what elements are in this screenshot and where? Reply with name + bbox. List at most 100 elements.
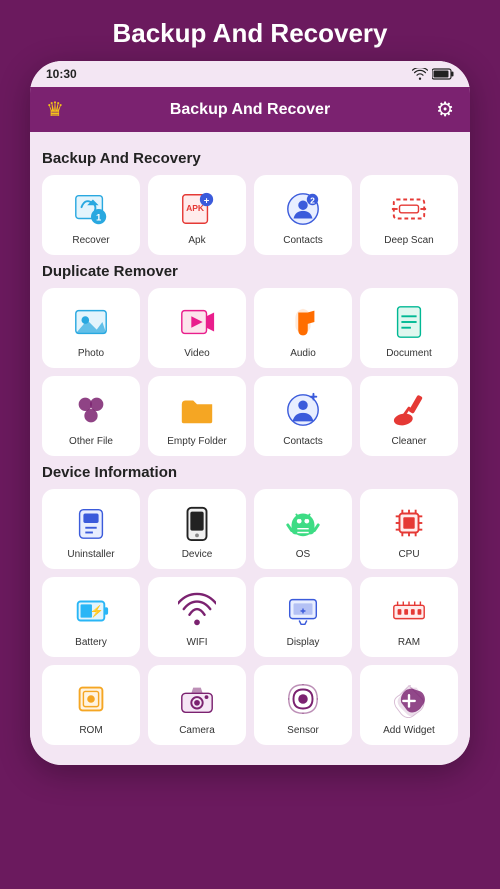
settings-icon[interactable]: ⚙ [436,97,454,122]
rom-icon [72,680,110,718]
contacts-backup-label: Contacts [283,235,322,246]
otherfile-item[interactable]: Other File [42,376,140,456]
emptyfolder-item[interactable]: Empty Folder [148,376,246,456]
status-bar: 10:30 [30,61,470,87]
video-icon [178,303,216,341]
uninstaller-label: Uninstaller [67,549,114,560]
photo-item[interactable]: Photo [42,288,140,368]
recover-label: Recover [72,235,109,246]
addwidget-icon [390,680,428,718]
status-time: 10:30 [46,67,77,81]
page-title: Backup And Recovery [112,0,387,61]
video-item[interactable]: Video [148,288,246,368]
sensor-item[interactable]: Sensor [254,665,352,745]
document-label: Document [386,348,432,359]
contacts-dup-icon [284,391,322,429]
uninstaller-item[interactable]: Uninstaller [42,489,140,569]
phone-frame: 10:30 ♛ Backup And Recover ⚙ Backup And … [30,61,470,765]
contacts-dup-label: Contacts [283,436,322,447]
recover-icon: 1 [72,190,110,228]
wifi-item[interactable]: WIFI [148,577,246,657]
cleaner-icon-wrap [387,388,431,432]
uninstaller-icon-wrap [69,501,113,545]
display-item[interactable]: Display [254,577,352,657]
display-icon-wrap [281,589,325,633]
apk-item[interactable]: APK + Apk [148,175,246,255]
device-item[interactable]: Device [148,489,246,569]
device-icon-wrap [175,501,219,545]
recover-item[interactable]: 1 Recover [42,175,140,255]
recover-icon-wrap: 1 [69,187,113,231]
svg-text:1: 1 [96,212,102,223]
contacts-backup-item[interactable]: 2 Contacts [254,175,352,255]
photo-icon [72,303,110,341]
audio-label: Audio [290,348,316,359]
otherfile-icon [72,391,110,429]
audio-icon [284,303,322,341]
ram-item[interactable]: RAM [360,577,458,657]
cpu-icon [390,504,428,542]
emptyfolder-label: Empty Folder [167,436,226,447]
sensor-icon [284,680,322,718]
os-icon-wrap [281,501,325,545]
document-item[interactable]: Document [360,288,458,368]
os-icon [284,504,322,542]
audio-icon-wrap [281,300,325,344]
deepscan-label: Deep Scan [384,235,433,246]
cleaner-label: Cleaner [391,436,426,447]
os-item[interactable]: OS [254,489,352,569]
display-label: Display [287,637,320,648]
photo-icon-wrap [69,300,113,344]
otherfile-label: Other File [69,436,113,447]
ram-icon-wrap [387,589,431,633]
photo-label: Photo [78,348,104,359]
addwidget-item[interactable]: Add Widget [360,665,458,745]
camera-icon [178,680,216,718]
display-icon [284,592,322,630]
apk-icon-wrap: APK + [175,187,219,231]
apk-label: Apk [188,235,205,246]
document-icon [390,303,428,341]
camera-item[interactable]: Camera [148,665,246,745]
wifi-icon-wrap [175,589,219,633]
content-area: Backup And Recovery 1 Recover [30,132,470,765]
cleaner-item[interactable]: Cleaner [360,376,458,456]
rom-label: ROM [79,725,102,736]
os-label: OS [296,549,310,560]
ram-label: RAM [398,637,420,648]
svg-text:+: + [204,195,210,206]
wifi-status-icon [412,68,428,80]
battery-icon-wrap: ⚡ [69,589,113,633]
battery-status-icon [432,68,454,80]
device-label: Device [182,549,213,560]
audio-item[interactable]: Audio [254,288,352,368]
battery-icon: ⚡ [72,592,110,630]
otherfile-icon-wrap [69,388,113,432]
svg-text:2: 2 [310,195,315,205]
status-icons [412,68,454,80]
contacts-backup-icon-wrap: 2 [281,187,325,231]
video-label: Video [184,348,209,359]
device-grid: Uninstaller Device [42,489,458,745]
video-icon-wrap [175,300,219,344]
cpu-label: CPU [398,549,419,560]
wifi-icon [178,592,216,630]
section-backup-title: Backup And Recovery [42,150,458,167]
contacts-backup-icon: 2 [284,190,322,228]
cpu-item[interactable]: CPU [360,489,458,569]
battery-item[interactable]: ⚡ Battery [42,577,140,657]
crown-icon: ♛ [46,97,64,122]
battery-label: Battery [75,637,107,648]
ram-icon [390,592,428,630]
contacts-dup-item[interactable]: Contacts [254,376,352,456]
wifi-label: WIFI [186,637,207,648]
emptyfolder-icon [178,391,216,429]
cleaner-icon [390,391,428,429]
deepscan-icon [390,190,428,228]
camera-icon-wrap [175,677,219,721]
section-duplicate-title: Duplicate Remover [42,263,458,280]
deepscan-item[interactable]: Deep Scan [360,175,458,255]
rom-item[interactable]: ROM [42,665,140,745]
deepscan-icon-wrap [387,187,431,231]
device-icon [178,504,216,542]
